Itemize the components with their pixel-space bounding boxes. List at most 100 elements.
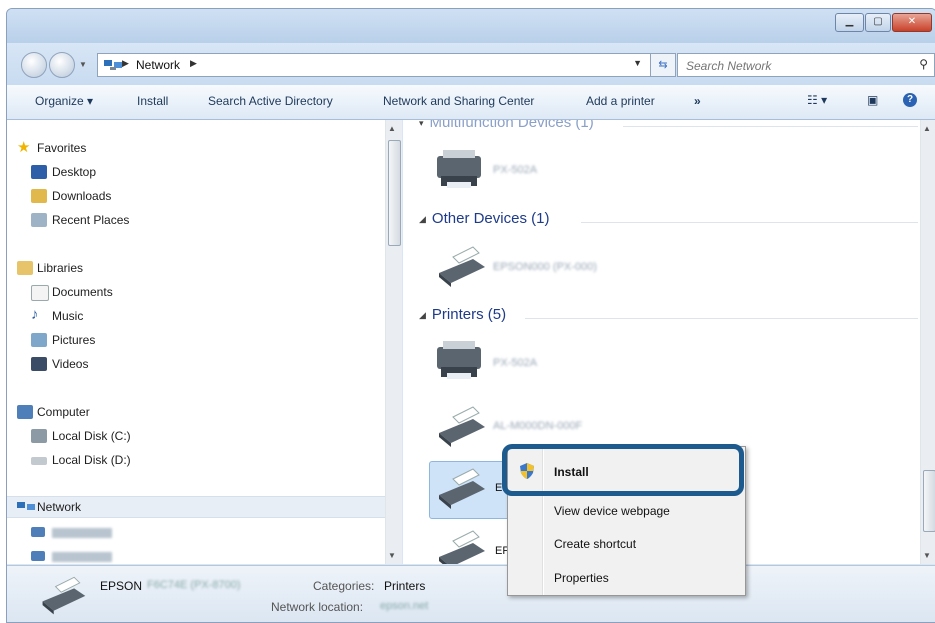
details-categories-label: Categories:	[313, 579, 375, 593]
nav-network-computer-2-label-redacted	[52, 552, 112, 562]
nav-videos[interactable]: Videos	[7, 354, 385, 374]
nav-downloads[interactable]: Downloads	[7, 186, 385, 206]
menu-properties[interactable]: Properties	[554, 571, 609, 585]
computer-icon	[17, 405, 33, 419]
collapse-icon[interactable]: ◢	[419, 214, 426, 224]
group-multifunction-devices[interactable]: ▾ Multifunction Devices (1)	[419, 120, 594, 131]
nav-music[interactable]: ♪ Music	[7, 306, 385, 326]
breadcrumb-network[interactable]: Network	[136, 58, 180, 72]
nav-pictures-label: Pictures	[52, 333, 96, 347]
group-printers[interactable]: ◢ Printers (5)	[419, 306, 506, 323]
organize-button[interactable]: Organize ▾	[35, 94, 93, 108]
preview-pane-icon[interactable]: ▣	[867, 93, 878, 107]
multifunction-printer-icon	[437, 150, 481, 188]
details-printer-icon	[37, 572, 89, 619]
device-printer-4[interactable]	[433, 527, 493, 564]
scroll-up-icon[interactable]: ▲	[388, 124, 396, 133]
menu-create-shortcut[interactable]: Create shortcut	[554, 537, 636, 551]
device-multifunction-printer[interactable]	[433, 148, 493, 194]
nav-pictures[interactable]: Pictures	[7, 330, 385, 350]
videos-icon	[31, 357, 47, 371]
view-options-icon[interactable]: ☷ ▾	[807, 93, 827, 107]
documents-icon	[31, 285, 49, 301]
address-bar[interactable]: ▶ Network ▶ ▼	[97, 53, 651, 77]
maximize-button[interactable]: ▢	[865, 13, 891, 32]
device-name-redacted: EPSON000 (PX-000)	[493, 261, 597, 273]
downloads-icon	[31, 189, 47, 203]
content-scroll-thumb[interactable]	[923, 470, 935, 532]
details-categories-value: Printers	[384, 579, 426, 593]
menu-view-device-webpage[interactable]: View device webpage	[554, 504, 670, 518]
nav-network-computer-1[interactable]	[7, 522, 385, 542]
scroll-down-icon[interactable]: ▼	[388, 551, 396, 560]
minimize-button[interactable]: ▁	[835, 13, 864, 32]
search-active-directory-button[interactable]: Search Active Directory	[208, 94, 333, 108]
search-icon[interactable]: ⚲	[919, 57, 928, 71]
computer-icon	[31, 527, 45, 537]
search-input[interactable]	[684, 56, 888, 76]
music-icon: ♪	[31, 306, 39, 323]
forward-button[interactable]	[49, 52, 75, 78]
breadcrumb-chevron-icon[interactable]: ▶	[190, 58, 197, 69]
nav-downloads-label: Downloads	[52, 189, 112, 203]
search-box[interactable]: ⚲	[677, 53, 935, 77]
details-device-name-redacted: F6C74E (PX-8700)	[147, 579, 241, 591]
navigation-bar: ▼ ▶ Network ▶ ▼ ⇆ ⚲	[7, 43, 935, 85]
recent-pages-icon[interactable]: ▼	[79, 60, 87, 69]
refresh-icon: ⇆	[658, 59, 668, 71]
nav-documents[interactable]: Documents	[7, 282, 385, 302]
nav-local-disk-d[interactable]: Local Disk (D:)	[7, 450, 385, 470]
nav-favorites-label: Favorites	[37, 141, 87, 155]
nav-desktop[interactable]: Desktop	[7, 162, 385, 182]
title-bar: ▁ ▢ ✕	[7, 9, 935, 43]
nav-scroll-thumb[interactable]	[388, 140, 401, 246]
nav-recent-places[interactable]: Recent Places	[7, 210, 385, 230]
command-bar: Organize ▾ Install Search Active Directo…	[7, 85, 935, 120]
back-button[interactable]	[21, 52, 47, 78]
scroll-up-icon[interactable]: ▲	[923, 124, 931, 133]
multifunction-printer-icon	[437, 341, 481, 379]
network-sharing-center-button[interactable]: Network and Sharing Center	[383, 94, 534, 108]
scroll-down-icon[interactable]: ▼	[923, 551, 931, 560]
nav-libraries[interactable]: Libraries	[7, 258, 385, 278]
device-name-redacted: AL-M000DN-000F	[493, 420, 583, 432]
nav-favorites[interactable]: ★ Favorites	[7, 138, 385, 158]
more-commands-button[interactable]: »	[694, 94, 701, 108]
refresh-button[interactable]: ⇆	[650, 53, 676, 77]
nav-disk-c-label: Local Disk (C:)	[52, 429, 131, 443]
collapse-icon[interactable]: ▾	[419, 120, 424, 128]
device-printer-1[interactable]	[433, 339, 493, 385]
group-other-devices[interactable]: ◢ Other Devices (1)	[419, 210, 549, 227]
close-button[interactable]: ✕	[892, 13, 932, 32]
address-dropdown-icon[interactable]: ▼	[633, 58, 642, 68]
computer-icon	[31, 551, 45, 561]
nav-disk-d-label: Local Disk (D:)	[52, 453, 131, 467]
nav-network-computer-2[interactable]	[7, 546, 385, 566]
pictures-icon	[31, 333, 47, 347]
install-button[interactable]: Install	[137, 94, 168, 108]
group-other-label: Other Devices (1)	[431, 210, 550, 227]
star-icon: ★	[17, 139, 31, 156]
device-other-printer[interactable]	[433, 243, 493, 289]
nav-local-disk-c[interactable]: Local Disk (C:)	[7, 426, 385, 446]
network-icon	[17, 501, 35, 515]
printer-icon	[439, 246, 485, 287]
device-printer-selected[interactable]	[433, 465, 493, 511]
collapse-icon[interactable]: ◢	[419, 310, 426, 320]
group-printers-label: Printers (5)	[431, 306, 507, 323]
device-printer-2[interactable]	[433, 403, 493, 449]
add-printer-button[interactable]: Add a printer	[586, 94, 655, 108]
content-scrollbar[interactable]: ▲ ▼	[920, 120, 935, 564]
nav-network[interactable]: Network	[7, 496, 385, 518]
nav-scrollbar[interactable]: ▲ ▼	[385, 120, 402, 564]
nav-network-computer-1-label-redacted	[52, 528, 112, 538]
nav-network-label: Network	[37, 500, 82, 514]
help-icon[interactable]: ?	[903, 93, 917, 107]
navigation-pane: ★ Favorites Desktop Downloads Recent Pla…	[7, 120, 402, 566]
nav-computer[interactable]: Computer	[7, 402, 385, 422]
libraries-icon	[17, 261, 33, 275]
group-divider	[581, 222, 918, 223]
explorer-window: ▁ ▢ ✕ ▼ ▶ Network ▶ ▼ ⇆ ⚲ Organize ▾ Ins…	[6, 8, 935, 623]
breadcrumb-separator-icon: ▶	[122, 58, 129, 68]
disk-icon	[31, 429, 47, 443]
